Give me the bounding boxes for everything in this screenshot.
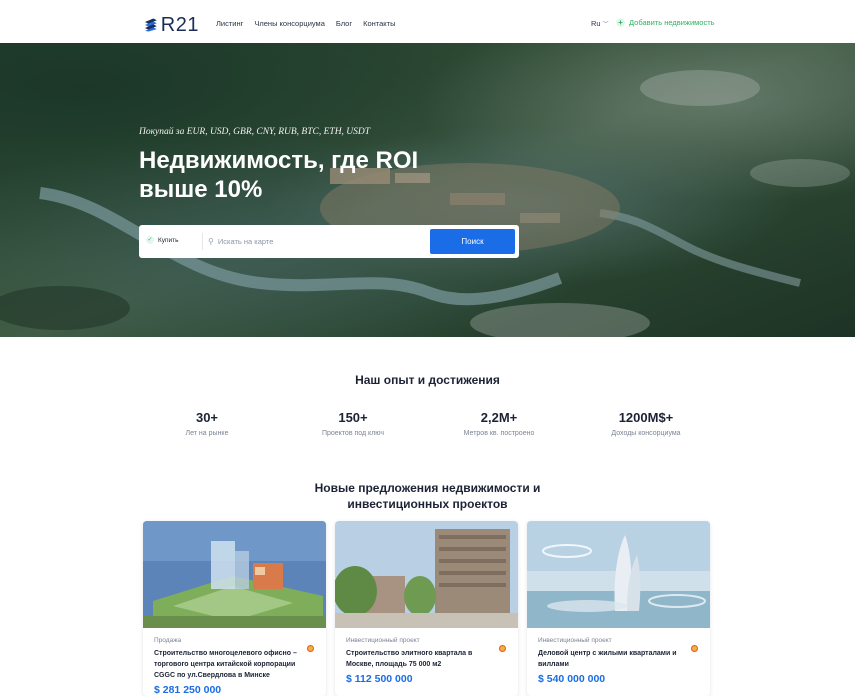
hero-title: Недвижимость, где ROI выше 10% xyxy=(139,147,419,203)
listing-card[interactable]: Инвестиционный проект Строительство элит… xyxy=(335,521,518,696)
search-divider xyxy=(202,233,203,250)
stat-value: 2,2M+ xyxy=(480,410,518,425)
stat-item: 2,2M+ Метров кв. построено xyxy=(424,410,574,437)
listing-card[interactable]: Инвестиционный проект Деловой центр с жи… xyxy=(527,521,710,696)
stats-title: Наш опыт и достижения xyxy=(355,373,500,387)
listing-price: $ 281 250 000 xyxy=(154,684,222,696)
site-header: R21 Листинг Члены консорциума Блог Конта… xyxy=(0,0,855,43)
logo[interactable]: R21 xyxy=(145,13,199,37)
listing-image xyxy=(143,521,326,628)
stat-item: 150+ Проектов под ключ xyxy=(278,410,428,437)
listing-type: Продажа xyxy=(154,637,182,644)
stat-label: Лет на рынке xyxy=(185,430,229,437)
add-property-label: Добавить недвижимость xyxy=(629,18,715,27)
listing-image xyxy=(335,521,518,628)
listing-type: Инвестиционный проект xyxy=(346,637,420,644)
listing-image xyxy=(527,521,710,628)
search-button[interactable]: Поиск xyxy=(430,229,515,254)
stat-value: 30+ xyxy=(195,410,219,425)
listing-name: Строительство элитного квартала в Москве… xyxy=(346,650,473,668)
stat-item: 1200M$+ Доходы консорциума xyxy=(571,410,721,437)
search-bar: ✓ Купить ⚲ Искать на карте Поиск xyxy=(139,225,519,258)
plus-icon: + xyxy=(616,18,625,27)
stat-item: 30+ Лет на рынке xyxy=(132,410,282,437)
listing-price: $ 112 500 000 xyxy=(346,673,413,685)
listing-price: $ 540 000 000 xyxy=(538,673,606,685)
language-label: Ru xyxy=(591,19,601,28)
stat-label: Проектов под ключ xyxy=(321,430,385,437)
nav-listing[interactable]: Листинг xyxy=(216,19,243,28)
map-pin-icon: ⚲ xyxy=(208,237,214,246)
language-selector[interactable]: Ru ﹀ xyxy=(591,19,609,28)
chevron-down-icon: ﹀ xyxy=(602,22,609,28)
listings-title: Новые предложения недвижимости и инвести… xyxy=(314,481,541,511)
stat-value: 150+ xyxy=(338,410,368,425)
stat-value: 1200M$+ xyxy=(618,410,674,425)
hero-banner: Покупай за EUR, USD, GBR, CNY, RUB, BTC,… xyxy=(0,43,855,337)
main-nav: Листинг Члены консорциума Блог Контакты xyxy=(216,19,396,28)
map-search-placeholder: Искать на карте xyxy=(217,237,274,246)
logo-text: R21 xyxy=(160,13,199,36)
add-property-button[interactable]: + Добавить недвижимость xyxy=(616,18,715,27)
listing-name: Строительство многоцелевого офисно – тор… xyxy=(154,650,297,679)
buy-label: Купить xyxy=(158,236,179,244)
nav-consortium-members[interactable]: Члены консорциума xyxy=(254,19,325,28)
map-search-input[interactable]: ⚲ Искать на карте xyxy=(208,235,418,248)
nav-blog[interactable]: Блог xyxy=(336,19,352,28)
nav-contacts[interactable]: Контакты xyxy=(363,19,395,28)
listing-type: Инвестиционный проект xyxy=(538,637,612,644)
listing-card[interactable]: Продажа Строительство многоцелевого офис… xyxy=(143,521,326,696)
stat-label: Доходы консорциума xyxy=(611,430,681,437)
hero-subtitle: Покупай за EUR, USD, GBR, CNY, RUB, BTC,… xyxy=(139,127,371,137)
buy-toggle[interactable]: ✓ Купить xyxy=(146,236,179,244)
listing-name: Деловой центр с жилыми кварталами и вилл… xyxy=(538,650,677,668)
stat-label: Метров кв. построено xyxy=(463,430,535,437)
shield-icon: ✓ xyxy=(146,236,154,244)
logo-mark-icon xyxy=(145,18,157,32)
